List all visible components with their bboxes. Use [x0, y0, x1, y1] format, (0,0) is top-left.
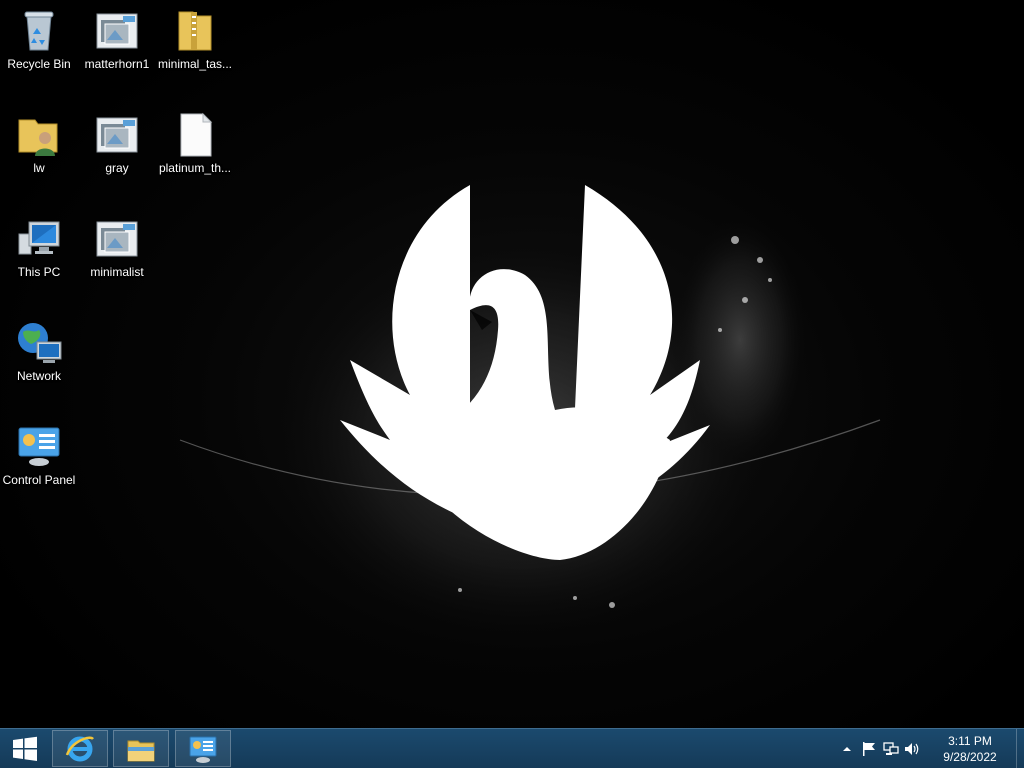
clock-date: 9/28/2022	[943, 750, 997, 764]
taskbar-file-explorer[interactable]	[113, 730, 169, 767]
start-button[interactable]	[0, 729, 50, 768]
desktop-icon-label: Control Panel	[2, 473, 76, 487]
theme-file-icon	[93, 110, 141, 158]
desktop-icon-lw[interactable]: lw	[0, 104, 78, 202]
desktop-icon-recycle-bin[interactable]: Recycle Bin	[0, 0, 78, 98]
desktop-icon-control-panel[interactable]: Control Panel	[0, 416, 78, 514]
desktop-icon-label: Network	[16, 369, 61, 383]
desktop-icon-label: matterhorn1	[84, 57, 150, 71]
volume-icon	[905, 743, 919, 755]
desktop-icon-minimal-tas[interactable]: minimal_tas...	[156, 0, 234, 98]
desktop-icon-network[interactable]: Network	[0, 312, 78, 410]
action-center-flag-icon	[863, 742, 875, 756]
desktop[interactable]: Recycle Bin lw This PC Network Control P…	[0, 0, 1024, 728]
control-panel-icon	[15, 422, 63, 470]
taskbar-clock[interactable]: 3:11 PM 9/28/2022	[924, 729, 1016, 768]
user-folder-icon	[15, 110, 63, 158]
desktop-icon-this-pc[interactable]: This PC	[0, 208, 78, 306]
desktop-icon-label: Recycle Bin	[7, 57, 71, 71]
desktop-icon-label: minimal_tas...	[157, 57, 233, 71]
volume-button[interactable]	[902, 729, 924, 768]
recycle-bin-icon	[15, 6, 63, 54]
system-tray: 3:11 PM 9/28/2022	[836, 729, 1024, 768]
show-desktop-button[interactable]	[1016, 729, 1024, 768]
theme-file-icon	[93, 214, 141, 262]
zip-folder-icon	[171, 6, 219, 54]
desktop-icon-gray[interactable]: gray	[78, 104, 156, 202]
network-icon	[883, 742, 899, 755]
theme-file-icon	[93, 6, 141, 54]
desktop-icon-label: minimalist	[90, 265, 144, 279]
desktop-icon-minimalist[interactable]: minimalist	[78, 208, 156, 306]
desktop-icon-label: platinum_th...	[158, 161, 232, 175]
taskbar-internet-explorer[interactable]	[52, 730, 108, 767]
desktop-icon-matterhorn1[interactable]: matterhorn1	[78, 0, 156, 98]
file-explorer-icon	[127, 740, 155, 761]
desktop-icon-label: gray	[105, 161, 129, 175]
chevron-up-icon	[843, 747, 851, 751]
taskbar: 3:11 PM 9/28/2022	[0, 728, 1024, 768]
windows-logo-icon	[13, 736, 37, 761]
computer-icon	[15, 214, 63, 262]
taskbar-control-panel[interactable]	[175, 730, 231, 767]
internet-explorer-icon	[65, 736, 94, 761]
network-globe-icon	[15, 318, 63, 366]
show-hidden-icons-button[interactable]	[836, 729, 858, 768]
clock-time: 3:11 PM	[948, 734, 992, 748]
desktop-icon-label: lw	[33, 161, 45, 175]
network-button[interactable]	[880, 729, 902, 768]
blank-file-icon	[171, 110, 219, 158]
control-panel-icon	[189, 736, 217, 763]
action-center-button[interactable]	[858, 729, 880, 768]
desktop-icon-platinum-th[interactable]: platinum_th...	[156, 104, 234, 202]
desktop-icon-label: This PC	[17, 265, 61, 279]
